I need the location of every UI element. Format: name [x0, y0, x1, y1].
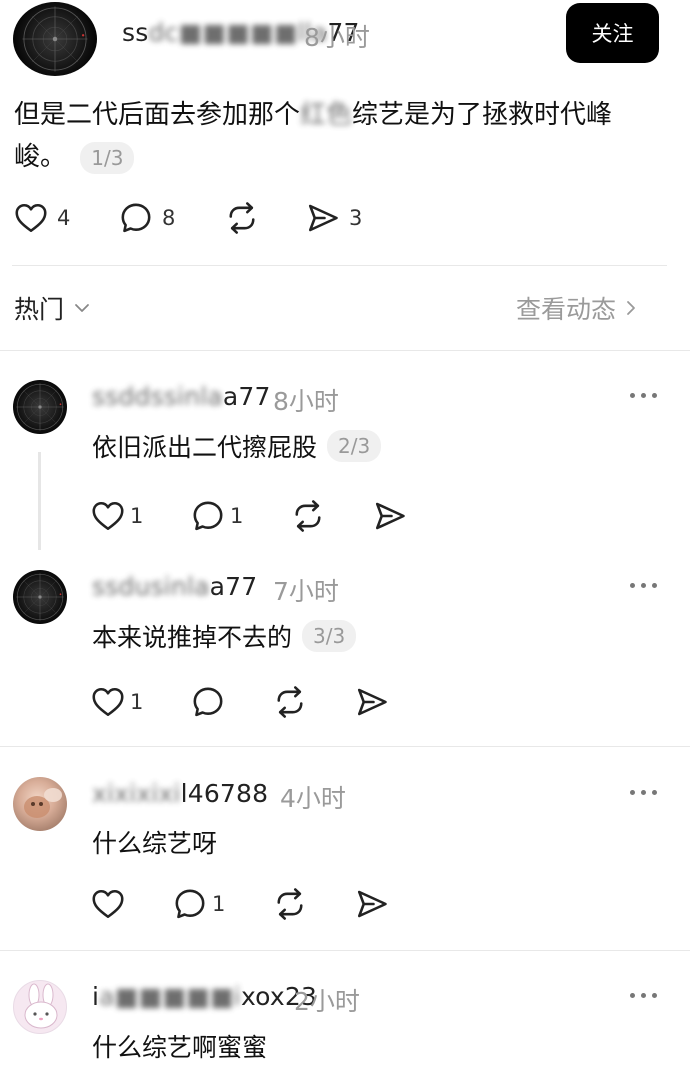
author-avatar[interactable]	[13, 2, 97, 76]
like-button[interactable]: 1	[90, 498, 143, 534]
commenter-avatar[interactable]	[13, 980, 67, 1034]
post-timestamp: 8小时	[304, 23, 370, 52]
divider	[0, 350, 690, 351]
post-body: 但是二代后面去参加那个红色综艺是为了拯救时代峰峻。 1/3	[14, 94, 654, 178]
commenter-username[interactable]: ia■■■■■ixox23	[92, 982, 317, 1011]
reply-button[interactable]: 1	[190, 498, 243, 534]
repost-button[interactable]	[272, 684, 308, 720]
comment-text: 什么综艺呀	[92, 829, 218, 858]
repost-icon	[290, 498, 326, 534]
reply-count: 1	[212, 892, 226, 916]
more-dots-icon[interactable]	[630, 583, 657, 588]
like-count: 1	[130, 504, 144, 528]
reply-count: 8	[162, 206, 176, 230]
redacted-username: xixixixi	[92, 779, 181, 808]
photo-avatar-icon	[24, 788, 62, 818]
comment-timestamp: 4小时	[280, 784, 346, 813]
comment-timestamp: 7小时	[273, 577, 339, 606]
more-dots-icon[interactable]	[630, 993, 657, 998]
more-dots-icon[interactable]	[630, 393, 657, 398]
heart-icon	[13, 200, 49, 236]
commenter-username[interactable]: xixixixil46788	[92, 779, 268, 808]
send-icon	[354, 886, 390, 922]
commenter-avatar[interactable]	[13, 380, 67, 434]
clock-avatar-icon	[13, 380, 67, 434]
follow-button[interactable]: 关注	[566, 3, 659, 63]
thread-page-tag: 2/3	[327, 430, 382, 462]
comment-text: 本来说推掉不去的	[92, 623, 293, 652]
send-icon	[372, 498, 408, 534]
share-count: 3	[349, 206, 363, 230]
reply-button[interactable]: 1	[172, 886, 225, 922]
reply-count: 1	[230, 504, 244, 528]
comment-text: 依旧派出二代擦屁股	[92, 433, 318, 462]
repost-button[interactable]	[290, 498, 326, 534]
chevron-down-icon	[75, 304, 89, 312]
like-button[interactable]: 1	[90, 684, 143, 720]
share-button[interactable]	[354, 684, 390, 720]
like-count: 4	[57, 206, 71, 230]
repost-icon	[224, 200, 260, 236]
redacted-username: ssddssinla	[92, 382, 223, 411]
comment-timestamp: 2小时	[294, 987, 360, 1016]
view-activity-link[interactable]: 查看动态	[516, 290, 642, 326]
send-icon	[305, 200, 341, 236]
like-button[interactable]: 4	[13, 200, 70, 236]
comment-bubble-icon	[190, 498, 226, 534]
commenter-avatar[interactable]	[13, 777, 67, 831]
reply-button[interactable]: 8	[118, 200, 175, 236]
sort-label: 热门	[14, 295, 65, 324]
heart-icon	[90, 498, 126, 534]
repost-icon	[272, 684, 308, 720]
comment-body: 本来说推掉不去的 3/3	[92, 618, 357, 654]
repost-icon	[272, 886, 308, 922]
divider	[0, 950, 690, 951]
commenter-username[interactable]: ssddssinlaa77	[92, 382, 271, 411]
thread-page-tag: 1/3	[80, 141, 135, 174]
thread-page-tag: 3/3	[302, 620, 357, 652]
send-icon	[354, 684, 390, 720]
chevron-right-icon	[627, 301, 635, 315]
comment-timestamp: 8小时	[273, 387, 339, 416]
clock-avatar-icon	[13, 2, 97, 76]
share-button[interactable]: 3	[305, 200, 362, 236]
redacted-username: ssdusinla	[92, 572, 210, 601]
repost-button[interactable]	[224, 200, 260, 236]
bunny-avatar-icon	[24, 983, 58, 1029]
redacted-text: 红色	[300, 100, 353, 130]
like-count: 1	[130, 690, 144, 714]
divider	[12, 265, 667, 266]
comment-body: 依旧派出二代擦屁股 2/3	[92, 428, 382, 464]
share-button[interactable]	[354, 886, 390, 922]
divider	[0, 746, 690, 747]
clock-avatar-icon	[13, 570, 67, 624]
like-button[interactable]	[90, 886, 126, 922]
comment-bubble-icon	[118, 200, 154, 236]
sort-dropdown[interactable]: 热门	[14, 290, 94, 326]
redacted-username: a■■■■■i	[99, 982, 241, 1011]
comment-bubble-icon	[190, 684, 226, 720]
comment-bubble-icon	[172, 886, 208, 922]
reply-button[interactable]	[190, 684, 226, 720]
more-dots-icon[interactable]	[630, 790, 657, 795]
commenter-avatar[interactable]	[13, 570, 67, 624]
thread-line	[38, 452, 41, 550]
heart-icon	[90, 886, 126, 922]
view-activity-label: 查看动态	[516, 295, 617, 324]
share-button[interactable]	[372, 498, 408, 534]
commenter-username[interactable]: ssdusinlaa77	[92, 572, 257, 601]
heart-icon	[90, 684, 126, 720]
repost-button[interactable]	[272, 886, 308, 922]
redacted-username: dc■■■■■lla	[148, 18, 328, 47]
comment-text: 什么综艺啊蜜蜜	[92, 1033, 268, 1062]
